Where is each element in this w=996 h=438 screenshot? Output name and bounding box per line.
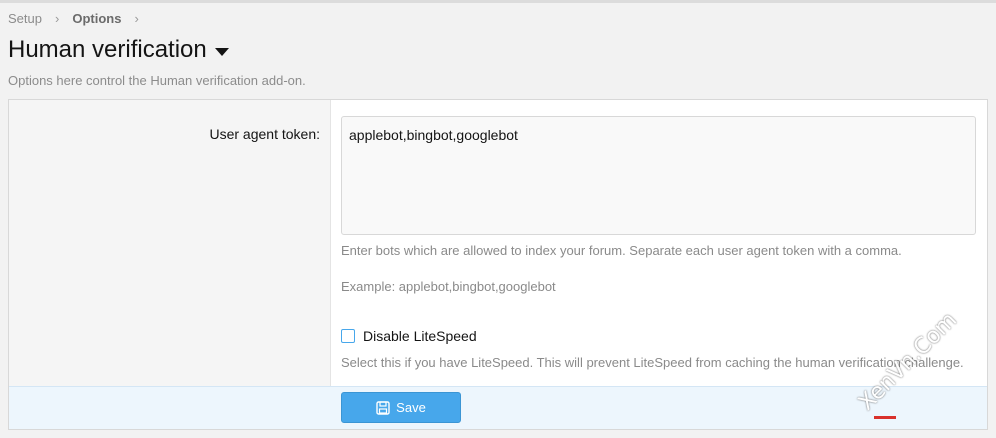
breadcrumb: Setup › Options ›	[8, 11, 152, 26]
breadcrumb-separator-icon: ›	[134, 11, 139, 26]
form-footer: Save	[9, 386, 987, 429]
user-agent-token-label: User agent token:	[209, 126, 320, 142]
top-shade	[0, 0, 996, 3]
breadcrumb-separator-icon: ›	[54, 11, 60, 26]
user-agent-token-input[interactable]: applebot,bingbot,googlebot	[341, 116, 976, 235]
save-button[interactable]: Save	[341, 392, 461, 423]
breadcrumb-options[interactable]: Options	[72, 11, 121, 26]
save-icon	[376, 400, 390, 415]
disable-litespeed-hint: Select this if you have LiteSpeed. This …	[341, 355, 964, 370]
page-title-row[interactable]: Human verification	[8, 36, 229, 64]
caret-down-icon[interactable]	[214, 48, 229, 56]
user-agent-token-example: Example: applebot,bingbot,googlebot	[341, 279, 556, 294]
user-agent-token-hint: Enter bots which are allowed to index yo…	[341, 243, 902, 258]
disable-litespeed-option[interactable]: Disable LiteSpeed	[341, 328, 477, 344]
options-panel: User agent token: applebot,bingbot,googl…	[8, 99, 988, 430]
page-description: Options here control the Human verificat…	[8, 73, 306, 88]
disable-litespeed-checkbox[interactable]	[341, 329, 355, 343]
breadcrumb-setup[interactable]: Setup	[8, 11, 42, 26]
save-button-label: Save	[396, 400, 426, 415]
label-column: User agent token:	[9, 100, 331, 386]
disable-litespeed-label[interactable]: Disable LiteSpeed	[363, 328, 477, 344]
page-title: Human verification	[8, 36, 207, 63]
